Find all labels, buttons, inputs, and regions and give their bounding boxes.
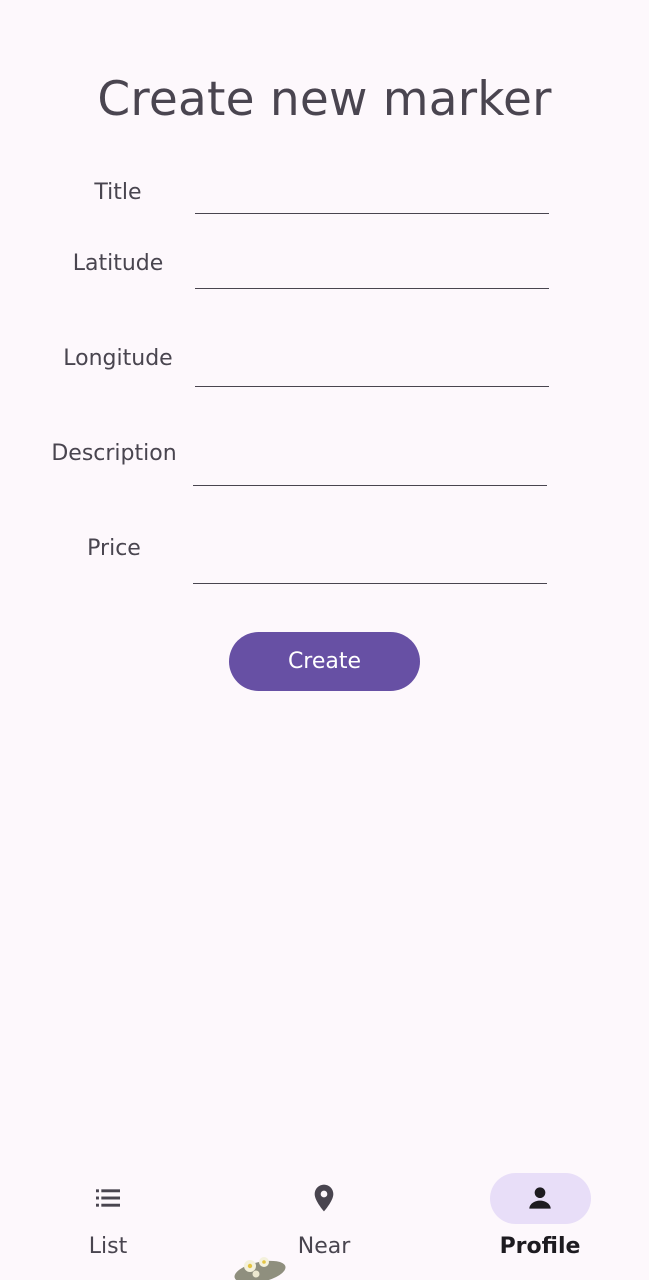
flower-sticker-icon — [234, 1257, 286, 1280]
create-button[interactable]: Create — [229, 632, 420, 691]
location-pin-icon — [314, 1184, 334, 1212]
bottom-navigation: List Near Profile — [0, 1160, 649, 1280]
nav-item-profile[interactable]: Profile — [432, 1160, 648, 1280]
page-title: Create new marker — [97, 72, 552, 127]
person-icon — [529, 1187, 551, 1209]
description-input[interactable] — [193, 446, 547, 486]
latitude-label: Latitude — [72, 251, 164, 276]
price-input[interactable] — [193, 544, 547, 584]
nav-item-list[interactable]: List — [0, 1160, 216, 1280]
longitude-label: Longitude — [63, 346, 173, 371]
nav-label-profile: Profile — [499, 1234, 581, 1259]
list-icon — [96, 1189, 120, 1207]
title-input[interactable] — [195, 174, 549, 214]
price-label: Price — [87, 536, 141, 561]
longitude-input[interactable] — [195, 347, 549, 387]
nav-label-list: List — [88, 1234, 128, 1259]
title-label: Title — [94, 180, 142, 205]
latitude-input[interactable] — [195, 249, 549, 289]
description-label: Description — [51, 441, 177, 466]
